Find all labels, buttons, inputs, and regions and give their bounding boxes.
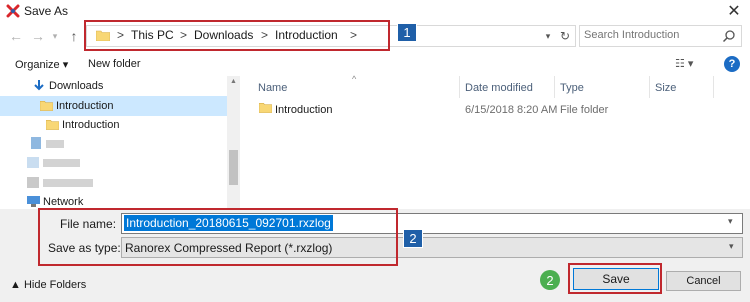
folder-icon — [259, 103, 272, 113]
drive-icon — [31, 137, 41, 149]
nav-item-introduction-selected[interactable]: Introduction — [56, 100, 113, 112]
drive-icon — [27, 157, 39, 168]
navpane-scrollbar[interactable] — [227, 76, 240, 209]
back-button[interactable]: ← — [8, 27, 24, 45]
callout-badge-2-circle: 2 — [540, 270, 560, 290]
redacted-nav-item[interactable] — [43, 179, 93, 187]
column-header-name[interactable]: Name — [258, 82, 287, 94]
drive-icon — [27, 177, 39, 188]
window-title: Save As — [24, 4, 69, 18]
help-icon[interactable]: ? — [724, 56, 740, 72]
callout-box-save-button — [568, 263, 662, 294]
column-header-size[interactable]: Size — [655, 82, 676, 94]
save-as-type-dropdown-icon[interactable]: ▾ — [729, 241, 734, 252]
new-folder-button[interactable]: New folder — [88, 58, 141, 70]
nav-item-downloads[interactable]: Downloads — [49, 80, 103, 92]
forward-button[interactable]: → — [30, 27, 46, 45]
column-header-date-modified[interactable]: Date modified — [465, 82, 533, 94]
file-row-type: File folder — [560, 104, 609, 116]
column-divider[interactable] — [649, 76, 650, 98]
column-divider[interactable] — [713, 76, 714, 98]
callout-box-save-fields — [38, 208, 398, 266]
hide-folders-button[interactable]: ▲ Hide Folders — [10, 279, 86, 291]
column-divider[interactable] — [459, 76, 460, 98]
up-button[interactable]: ↑ — [66, 27, 82, 45]
navpane-scroll-thumb[interactable] — [229, 150, 238, 185]
change-view-button[interactable]: ☷ ▾ — [675, 57, 705, 73]
nav-selection-highlight — [0, 96, 227, 116]
column-header-type[interactable]: Type — [560, 82, 584, 94]
title-bar — [0, 0, 750, 22]
redacted-nav-item[interactable] — [43, 159, 80, 167]
callout-badge-1: 1 — [397, 23, 417, 42]
folder-icon — [46, 120, 59, 130]
nav-item-network[interactable]: Network — [43, 196, 83, 208]
search-icon[interactable] — [722, 29, 736, 43]
network-icon — [27, 196, 40, 207]
ranorex-app-icon — [6, 4, 20, 18]
address-dropdown-button[interactable]: ▾ — [541, 27, 555, 45]
cancel-button[interactable]: Cancel — [666, 271, 741, 291]
download-arrow-icon — [34, 80, 44, 91]
organize-button[interactable]: Organize ▾ — [15, 58, 68, 71]
redacted-nav-item[interactable] — [46, 140, 64, 148]
callout-badge-2: 2 — [403, 229, 423, 248]
refresh-button[interactable]: ↻ — [557, 26, 573, 46]
column-divider[interactable] — [554, 76, 555, 98]
scroll-up-icon[interactable]: ▲ — [229, 78, 238, 86]
sort-ascending-icon: ^ — [352, 74, 357, 84]
nav-item-introduction[interactable]: Introduction — [62, 119, 119, 131]
folder-icon — [40, 101, 53, 111]
callout-box-address-bar — [84, 20, 390, 51]
close-button[interactable]: ✕ — [718, 0, 750, 22]
file-name-dropdown-icon[interactable]: ▾ — [728, 216, 733, 227]
recent-locations-button[interactable]: ▾ — [50, 27, 60, 45]
file-row-name[interactable]: Introduction — [275, 104, 332, 116]
file-row-date: 6/15/2018 8:20 AM — [465, 104, 558, 116]
search-input[interactable] — [584, 29, 714, 41]
